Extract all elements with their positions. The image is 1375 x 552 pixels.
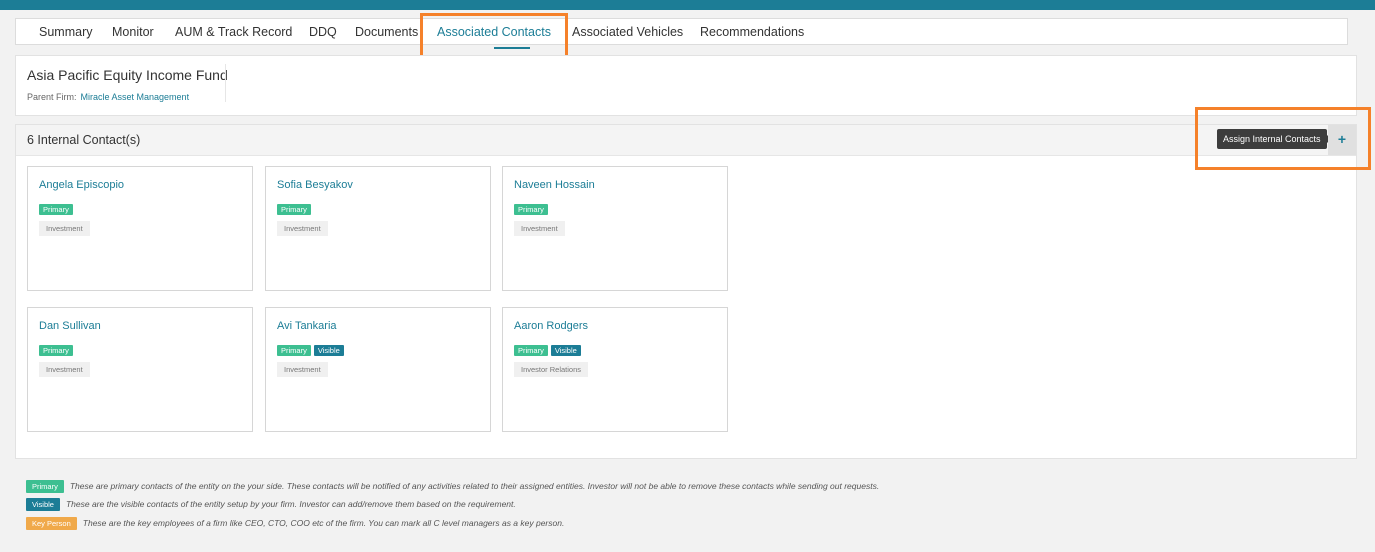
legend-visible-badge: Visible bbox=[26, 498, 60, 511]
legend-primary-text: These are primary contacts of the entity… bbox=[69, 481, 880, 491]
fund-header-panel: Asia Pacific Equity Income Fund Parent F… bbox=[15, 55, 1357, 116]
primary-badge: Primary bbox=[39, 204, 73, 215]
tab-aum-track-record[interactable]: AUM & Track Record bbox=[175, 19, 292, 46]
contact-name-link[interactable]: Naveen Hossain bbox=[514, 179, 595, 191]
contact-name-link[interactable]: Aaron Rodgers bbox=[514, 320, 588, 332]
legend-primary-badge: Primary bbox=[26, 480, 64, 493]
tab-bar: Summary Monitor AUM & Track Record DDQ D… bbox=[15, 18, 1348, 49]
fund-header-divider bbox=[225, 64, 226, 102]
contact-card: Avi Tankaria Primary Visible Investment bbox=[265, 307, 491, 432]
contact-badges: Primary bbox=[514, 204, 551, 215]
primary-badge: Primary bbox=[514, 345, 548, 356]
parent-firm-link[interactable]: Miracle Asset Management bbox=[81, 92, 190, 102]
department-tag: Investment bbox=[277, 362, 328, 377]
contact-badges: Primary bbox=[39, 345, 76, 356]
department-tag: Investment bbox=[277, 221, 328, 236]
tab-documents[interactable]: Documents bbox=[355, 19, 418, 46]
parent-firm-row: Parent Firm: Miracle Asset Management bbox=[27, 92, 189, 102]
contact-name-link[interactable]: Dan Sullivan bbox=[39, 320, 101, 332]
contact-badges: Primary bbox=[277, 204, 314, 215]
assign-internal-contacts-button[interactable]: + bbox=[1328, 125, 1356, 155]
legend-row-primary: Primary These are primary contacts of the… bbox=[26, 480, 879, 493]
contact-name-link[interactable]: Sofia Besyakov bbox=[277, 179, 353, 191]
fund-name: Asia Pacific Equity Income Fund bbox=[27, 67, 228, 83]
contact-card: Dan Sullivan Primary Investment bbox=[27, 307, 253, 432]
contact-card: Naveen Hossain Primary Investment bbox=[502, 166, 728, 291]
tab-associated-vehicles[interactable]: Associated Vehicles bbox=[572, 19, 683, 46]
tab-ddq[interactable]: DDQ bbox=[309, 19, 337, 46]
plus-icon: + bbox=[1337, 131, 1347, 147]
primary-badge: Primary bbox=[277, 204, 311, 215]
contact-card: Angela Episcopio Primary Investment bbox=[27, 166, 253, 291]
contact-badges: Primary Visible bbox=[514, 345, 584, 356]
tab-recommendations[interactable]: Recommendations bbox=[700, 19, 804, 46]
tab-monitor[interactable]: Monitor bbox=[112, 19, 154, 46]
contact-badges: Primary bbox=[39, 204, 76, 215]
legend-visible-text: These are the visible contacts of the en… bbox=[65, 499, 516, 509]
contact-name-link[interactable]: Avi Tankaria bbox=[277, 320, 337, 332]
active-tab-underline bbox=[494, 47, 530, 49]
contact-name-link[interactable]: Angela Episcopio bbox=[39, 179, 124, 191]
visible-badge: Visible bbox=[313, 345, 344, 356]
legend-key-person-text: These are the key employees of a firm li… bbox=[82, 518, 565, 528]
visible-badge: Visible bbox=[550, 345, 581, 356]
top-header-bar bbox=[0, 0, 1375, 10]
tab-summary[interactable]: Summary bbox=[39, 19, 92, 46]
department-tag: Investor Relations bbox=[514, 362, 589, 377]
tab-associated-contacts[interactable]: Associated Contacts bbox=[437, 19, 551, 49]
contact-card: Sofia Besyakov Primary Investment bbox=[265, 166, 491, 291]
legend-row-key-person: Key Person These are the key employees of… bbox=[26, 517, 564, 530]
internal-contacts-count: 6 Internal Contact(s) bbox=[27, 133, 141, 147]
contact-badges: Primary Visible bbox=[277, 345, 347, 356]
department-tag: Investment bbox=[39, 362, 90, 377]
department-tag: Investment bbox=[514, 221, 565, 236]
assign-internal-contacts-tooltip: Assign Internal Contacts bbox=[1217, 129, 1327, 149]
contact-card: Aaron Rodgers Primary Visible Investor Re… bbox=[502, 307, 728, 432]
legend-row-visible: Visible These are the visible contacts of… bbox=[26, 498, 516, 511]
primary-badge: Primary bbox=[277, 345, 311, 356]
internal-contacts-header: 6 Internal Contact(s) Assign Internal Co… bbox=[16, 125, 1356, 156]
legend-key-person-badge: Key Person bbox=[26, 517, 77, 530]
internal-contacts-panel: 6 Internal Contact(s) Assign Internal Co… bbox=[15, 124, 1357, 459]
primary-badge: Primary bbox=[514, 204, 548, 215]
primary-badge: Primary bbox=[39, 345, 73, 356]
tab-associated-contacts-label: Associated Contacts bbox=[437, 25, 551, 39]
department-tag: Investment bbox=[39, 221, 90, 236]
parent-firm-label: Parent Firm: bbox=[27, 92, 77, 102]
